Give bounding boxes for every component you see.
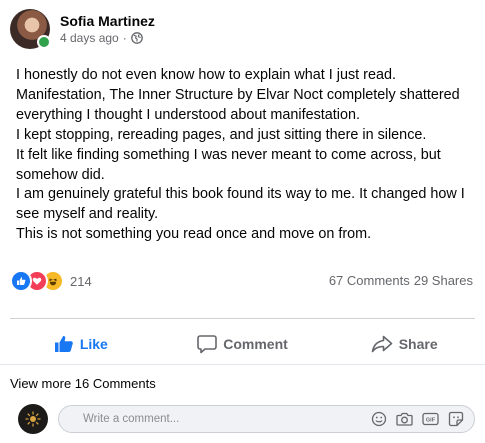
post-body-line: This is not something you read once and … <box>16 226 372 243</box>
meta-separator: · <box>122 31 127 45</box>
reaction-count[interactable]: 214 <box>70 274 92 289</box>
post-timestamp[interactable]: 4 days ago <box>60 31 119 45</box>
comment-input[interactable]: Write a comment... GIF <box>58 405 475 433</box>
thumbs-up-icon <box>54 335 73 352</box>
gif-icon[interactable]: GIF <box>422 411 439 427</box>
post-body-line: I honestly do not even know how to expla… <box>16 67 396 83</box>
post-body-line: I kept stopping, rereading pages, and ju… <box>16 126 427 143</box>
share-icon <box>371 335 393 353</box>
comment-button[interactable]: Comment <box>162 326 324 362</box>
like-reaction-icon <box>10 270 32 292</box>
like-button[interactable]: Like <box>0 326 162 362</box>
comment-icon <box>197 335 218 354</box>
post-body-line: Manifestation, The Inner Structure by El… <box>16 86 460 123</box>
share-button-label: Share <box>398 336 438 352</box>
globe-icon[interactable] <box>130 32 143 44</box>
author-avatar-wrap[interactable] <box>10 9 51 49</box>
comment-button-label: Comment <box>223 336 288 352</box>
share-button[interactable]: Share <box>323 326 485 362</box>
post-card: Sofia Martinez 4 days ago · I honestly d… <box>0 0 485 443</box>
view-more-comments-link[interactable]: View more 16 Comments <box>10 376 156 391</box>
header-text: Sofia Martinez 4 days ago · <box>60 13 155 45</box>
comment-input-placeholder[interactable]: Write a comment... <box>83 413 371 425</box>
post-meta: 4 days ago · <box>60 31 155 45</box>
sticker-icon[interactable] <box>448 411 464 427</box>
shares-count[interactable]: 29 Shares <box>414 273 473 288</box>
engagement-stats: 67 Comments 29 Shares <box>329 273 473 288</box>
post-actions: Like Comment Share <box>0 326 485 362</box>
comment-composer: Write a comment... GIF <box>18 404 475 434</box>
like-button-label: Like <box>79 336 108 352</box>
post-body: I honestly do not even know how to expla… <box>16 66 476 245</box>
comments-count[interactable]: 67 Comments <box>329 273 410 288</box>
camera-icon[interactable] <box>396 411 413 427</box>
divider <box>10 318 475 319</box>
svg-text:GIF: GIF <box>426 418 436 424</box>
post-header: Sofia Martinez 4 days ago · <box>10 9 155 49</box>
divider <box>0 364 485 365</box>
reaction-icons <box>10 270 64 292</box>
author-name[interactable]: Sofia Martinez <box>60 13 155 29</box>
comment-input-icons: GIF <box>371 411 464 427</box>
current-user-avatar[interactable] <box>18 404 48 434</box>
post-body-line: It felt like finding something I was nev… <box>16 146 441 183</box>
post-body-line: I am genuinely grateful this book found … <box>16 186 465 223</box>
emoji-icon[interactable] <box>371 411 387 427</box>
online-status-dot <box>37 35 51 49</box>
reactions-summary[interactable]: 214 <box>10 270 92 292</box>
